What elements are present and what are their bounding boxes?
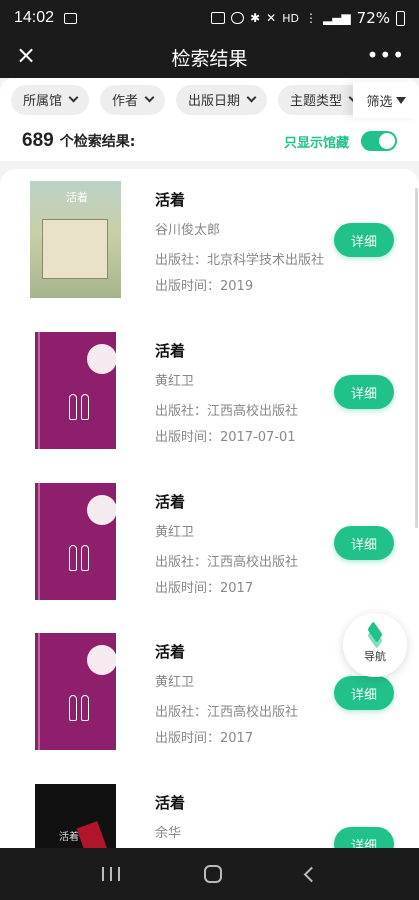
detail-button[interactable]: 详细	[334, 223, 394, 257]
filter-author[interactable]: 作者	[100, 84, 166, 115]
home-icon[interactable]	[204, 865, 222, 883]
cover-brushstroke	[76, 821, 108, 848]
detail-button[interactable]: 详细	[334, 676, 394, 710]
bluetooth-icon: ✱	[250, 11, 261, 25]
nav-button[interactable]: 导航	[343, 613, 407, 677]
book-date: 出版时间：2017-07-01	[155, 430, 296, 445]
system-nav-bar	[0, 848, 419, 900]
book-publisher: 出版社：江西高校出版社	[155, 555, 299, 570]
scrollbar[interactable]	[415, 188, 418, 528]
hd-label: HD	[282, 11, 299, 25]
results-content: 所属馆 作者 出版日期 主题类型 筛选 689 个检索结果: 只显示馆藏 活着 …	[0, 78, 419, 848]
cover-spine	[38, 483, 40, 600]
cover-moon	[87, 495, 116, 525]
book-title: 活着	[155, 493, 186, 511]
mute-icon: ✕	[266, 11, 277, 25]
funnel-icon	[395, 96, 406, 104]
detail-button[interactable]: 详细	[334, 375, 394, 409]
back-icon[interactable]	[303, 866, 320, 882]
toggle-knob	[379, 133, 395, 149]
collection-only-label: 只显示馆藏	[283, 135, 349, 151]
filter-bar: 所属馆 作者 出版日期 主题类型 筛选	[0, 78, 419, 121]
book-date: 出版时间：2017	[155, 731, 254, 746]
chevron-down-icon	[144, 92, 155, 103]
alarm-icon	[231, 12, 245, 24]
filter-author-label: 作者	[112, 94, 139, 109]
battery-level: 72%	[356, 9, 390, 27]
result-count-bar: 689 个检索结果: 只显示馆藏	[0, 121, 419, 161]
close-icon[interactable]: ×	[12, 41, 40, 69]
list-item[interactable]: 活着 活着 谷川俊太郎 出版社：北京科学技术出版社 出版时间：2019 详细	[0, 181, 419, 331]
filter-subject-label: 主题类型	[290, 94, 343, 109]
list-item[interactable]: 活着 活着 余华 详细	[0, 784, 419, 848]
more-options-icon[interactable]: •••	[367, 41, 405, 69]
chevron-down-icon	[246, 92, 257, 103]
collection-only-toggle[interactable]	[361, 131, 397, 151]
detail-button[interactable]: 详细	[334, 827, 394, 848]
book-author: 黄红卫	[155, 374, 195, 389]
book-title: 活着	[155, 191, 186, 209]
chevron-down-icon	[68, 92, 79, 103]
cover-spine	[38, 633, 40, 750]
filter-pubdate[interactable]: 出版日期	[176, 84, 268, 115]
status-time: 14:02	[14, 9, 55, 26]
cover-figure	[69, 394, 77, 420]
signal-icon: ▂▄▆	[322, 11, 351, 25]
filter-library[interactable]: 所属馆	[11, 84, 90, 115]
book-author: 黄红卫	[155, 525, 195, 540]
filter-button[interactable]: 筛选	[353, 82, 419, 118]
book-date: 出版时间：2017	[155, 581, 254, 596]
cover-figure	[81, 545, 89, 571]
status-bar: 14:02 ✱ ✕ HD ⋮ ▂▄▆ 72%	[0, 0, 419, 36]
book-author: 余华	[155, 826, 182, 841]
list-item[interactable]: 活着 黄红卫 出版社：江西高校出版社 出版时间：2017-07-01 详细	[0, 332, 419, 482]
filter-library-label: 所属馆	[23, 94, 63, 109]
recent-apps-icon[interactable]	[102, 867, 120, 881]
gallery-icon	[64, 12, 78, 24]
book-cover: 活着	[35, 784, 116, 848]
wifi-icon: ⋮	[304, 11, 317, 25]
book-title: 活着	[155, 794, 186, 812]
book-author: 黄红卫	[155, 675, 195, 690]
building-illustration	[42, 219, 108, 279]
cover-figure	[81, 394, 89, 420]
page-title: 检索结果	[171, 47, 248, 70]
layers-icon	[364, 620, 386, 649]
cover-moon	[87, 344, 116, 374]
cover-figure	[69, 695, 77, 721]
cover-title: 活着	[59, 832, 79, 843]
nav-button-label: 导航	[364, 649, 386, 663]
book-publisher: 出版社：江西高校出版社	[155, 404, 299, 419]
cover-figure	[81, 695, 89, 721]
book-date: 出版时间：2019	[155, 279, 254, 294]
battery-icon	[396, 10, 405, 26]
book-title: 活着	[155, 643, 186, 661]
result-count: 689	[22, 130, 54, 151]
book-title: 活着	[155, 342, 186, 360]
filter-button-label: 筛选	[366, 94, 393, 110]
cover-figure	[69, 545, 77, 571]
book-publisher: 出版社：北京科学技术出版社	[155, 253, 325, 268]
book-publisher: 出版社：江西高校出版社	[155, 705, 299, 720]
book-cover: 活着	[30, 181, 121, 298]
result-count-label: 个检索结果:	[59, 134, 136, 150]
book-cover	[35, 332, 116, 449]
book-list: 活着 活着 谷川俊太郎 出版社：北京科学技术出版社 出版时间：2019 详细 活…	[0, 169, 419, 848]
detail-button[interactable]: 详细	[334, 526, 394, 560]
list-item[interactable]: 活着 黄红卫 出版社：江西高校出版社 出版时间：2017 详细	[0, 483, 419, 633]
cover-title: 活着	[66, 191, 88, 204]
cover-moon	[87, 645, 116, 675]
book-cover	[35, 483, 116, 600]
filter-pubdate-label: 出版日期	[188, 94, 241, 109]
book-cover	[35, 633, 116, 750]
cover-spine	[38, 332, 40, 449]
message-icon	[211, 12, 226, 24]
app-bar: × 检索结果 •••	[0, 36, 419, 78]
book-author: 谷川俊太郎	[155, 223, 221, 238]
